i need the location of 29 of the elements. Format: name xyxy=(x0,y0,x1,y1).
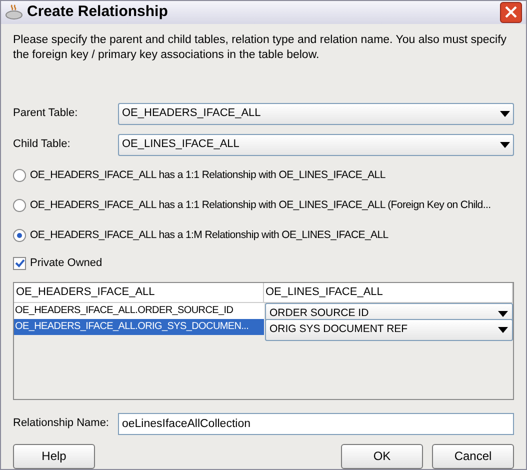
radio-button[interactable] xyxy=(13,199,26,212)
checkbox-label: Private Owned xyxy=(30,256,102,272)
instructions-text: Please specify the parent and child tables, relation type and relation name. You also must specify the foreign key / primary key associations in the table below. xyxy=(13,32,508,62)
close-button[interactable] xyxy=(500,2,522,23)
radio-label: OE_HEADERS_IFACE_ALL has a 1:1 Relationship with OE_LINES_IFACE_ALL (Foreign Key on Child... xyxy=(30,198,491,213)
help-button[interactable]: Help xyxy=(13,444,95,468)
column-header: OE_HEADERS_IFACE_ALL xyxy=(14,282,264,302)
parent-table-dropdown[interactable]: OE_HEADERS_IFACE_ALL xyxy=(118,102,514,124)
checkbox[interactable] xyxy=(13,257,26,270)
ok-button[interactable]: OK xyxy=(341,444,423,468)
close-icon xyxy=(505,6,517,18)
window-title: Create Relationship xyxy=(27,2,169,22)
relationship-name-field[interactable]: oeLinesIfaceAllCollection xyxy=(118,412,514,434)
parent-table-label: Parent Table: xyxy=(13,106,79,122)
radio-label: OE_HEADERS_IFACE_ALL has a 1:1 Relationship with OE_LINES_IFACE_ALL xyxy=(30,168,386,183)
table-cell: OE_HEADERS_IFACE_ALL.ORDER_SOURCE_ID xyxy=(14,302,264,318)
coffee-cup-icon xyxy=(5,4,23,20)
radio-button[interactable] xyxy=(13,169,26,182)
table-dropdown[interactable]: ORIG SYS DOCUMENT REF xyxy=(264,318,513,340)
radio-label: OE_HEADERS_IFACE_ALL has a 1:M Relationship with OE_LINES_IFACE_ALL xyxy=(30,228,388,243)
table-cell: OE_HEADERS_IFACE_ALL.ORIG_SYS_DOCUMEN... xyxy=(14,318,264,334)
relationship-name-label: Relationship Name: xyxy=(13,416,110,432)
child-table-dropdown[interactable]: OE_LINES_IFACE_ALL xyxy=(118,134,514,156)
child-table-label: Child Table: xyxy=(13,137,72,152)
caret-icon xyxy=(500,142,510,148)
column-header: OE_LINES_IFACE_ALL xyxy=(264,282,513,302)
caret-icon xyxy=(500,110,510,116)
cancel-button[interactable]: Cancel xyxy=(432,444,514,468)
radio-button[interactable] xyxy=(13,229,26,242)
